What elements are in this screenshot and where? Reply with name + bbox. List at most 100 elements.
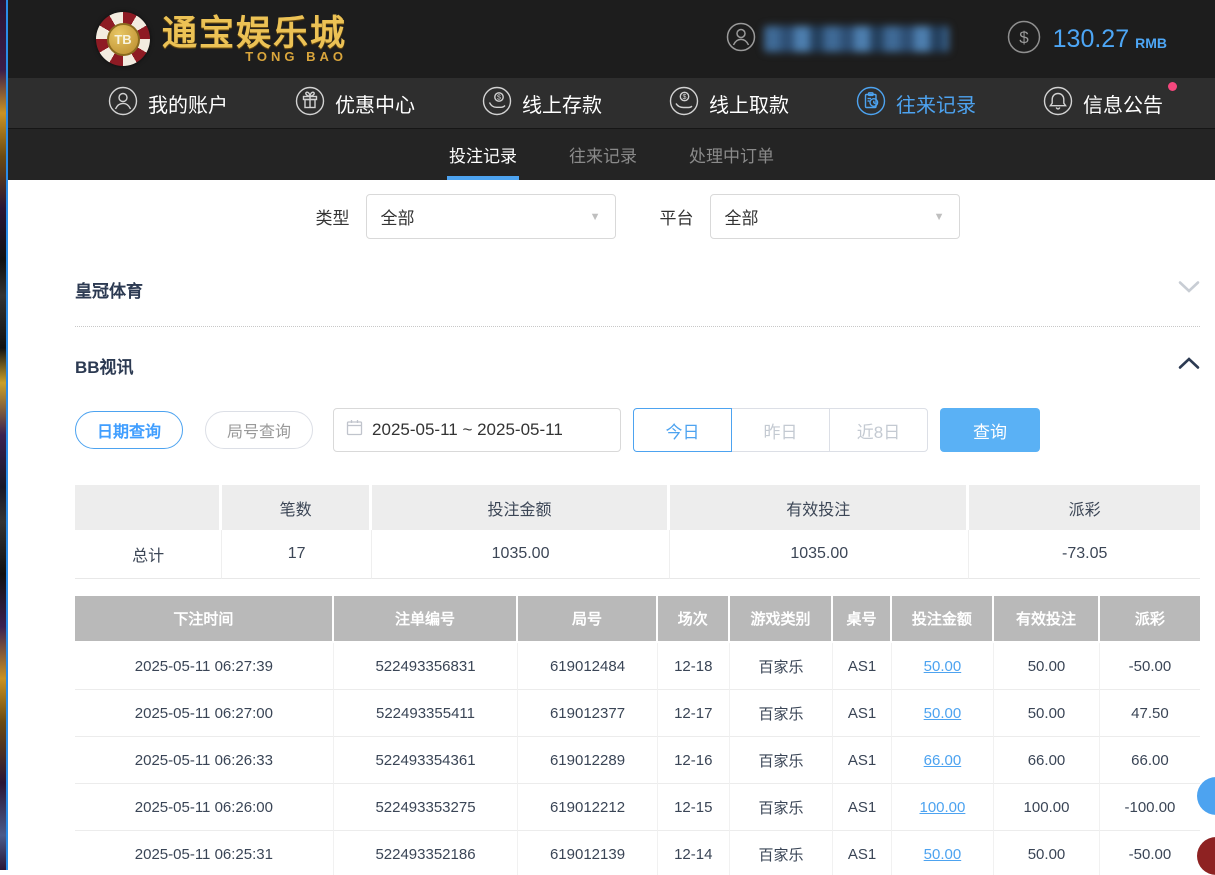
game-type: 百家乐 [730,831,834,875]
session: 12-14 [658,831,730,875]
order-number: 522493356831 [334,643,519,690]
summary-count: 17 [222,530,372,579]
summary-table: 笔数 投注金额 有效投注 派彩 总计 17 1035.00 1035.00 -7… [75,485,1200,579]
section-divider [75,326,1200,327]
deposit-hand-coin-icon: $ [482,86,512,121]
order-number: 522493352186 [334,831,519,875]
date-range-input[interactable]: 2025-05-11 ~ 2025-05-11 [333,408,621,452]
summary-header-valid: 有效投注 [670,485,969,530]
table-row: 2025-05-11 06:27:00 522493355411 6190123… [75,690,1200,737]
bet-records-table: 下注时间 注单编号 局号 场次 游戏类别 桌号 投注金额 有效投注 派彩 202… [75,596,1200,875]
quick-range-group: 今日 昨日 近8日 [633,408,928,452]
order-number: 522493355411 [334,690,519,737]
bet-time: 2025-05-11 06:27:39 [75,643,334,690]
round-number: 619012139 [518,831,658,875]
chevron-down-icon[interactable] [1178,280,1200,299]
nav-item-my-account[interactable]: 我的账户 [108,86,228,121]
round-number: 619012289 [518,737,658,784]
col-payout: 派彩 [1100,596,1200,643]
bet-time: 2025-05-11 06:26:33 [75,737,334,784]
round-number: 619012212 [518,784,658,831]
section-bb-video[interactable]: BB视讯 [75,353,1200,378]
table-number: AS1 [833,690,892,737]
summary-payout: -73.05 [969,530,1200,579]
summary-header-payout: 派彩 [969,485,1200,530]
payout: -100.00 [1100,784,1200,831]
tab-bet-records[interactable]: 投注记录 [447,129,519,180]
bell-icon [1043,86,1073,121]
bet-amount-link[interactable]: 100.00 [919,799,965,816]
bet-time: 2025-05-11 06:26:00 [75,784,334,831]
round-query-button[interactable]: 局号查询 [205,411,313,449]
summary-total-label: 总计 [75,530,222,579]
bet-time: 2025-05-11 06:25:31 [75,831,334,875]
session: 12-16 [658,737,730,784]
date-query-button[interactable]: 日期查询 [75,411,183,449]
nav-item-withdraw[interactable]: $ 线上取款 [669,86,789,121]
bet-amount-link[interactable]: 50.00 [924,658,962,675]
game-type: 百家乐 [730,690,834,737]
filter-row: 类型 全部 ▼ 平台 全部 ▼ [75,180,1200,239]
payout: 66.00 [1100,737,1200,784]
last-8-days-button[interactable]: 近8日 [829,408,928,452]
summary-total-row: 总计 17 1035.00 1035.00 -73.05 [75,530,1200,579]
table-row: 2025-05-11 06:26:33 522493354361 6190122… [75,737,1200,784]
table-number: AS1 [833,784,892,831]
tab-pending-orders[interactable]: 处理中订单 [687,129,776,180]
type-select[interactable]: 全部 ▼ [366,194,616,239]
nav-item-promotions[interactable]: 优惠中心 [295,86,415,121]
game-type: 百家乐 [730,737,834,784]
bet-amount-link[interactable]: 50.00 [924,846,962,863]
search-button[interactable]: 查询 [940,408,1040,452]
records-clipboard-clock-icon [856,86,886,121]
table-row: 2025-05-11 06:27:39 522493356831 6190124… [75,643,1200,690]
section-title: 皇冠体育 [75,277,143,302]
brand-logo[interactable]: TB 通宝娱乐城 TONG BAO [96,12,347,66]
table-number: AS1 [833,643,892,690]
nav-item-deposit[interactable]: $ 线上存款 [482,86,602,121]
col-round-number: 局号 [518,596,658,643]
payout: 47.50 [1100,690,1200,737]
dollar-coin-icon: $ [1007,20,1041,59]
session: 12-18 [658,643,730,690]
bet-amount-link[interactable]: 50.00 [924,705,962,722]
username-blurred[interactable] [764,26,949,52]
main-nav: 我的账户 优惠中心 $ 线上存款 [8,78,1215,129]
order-number: 522493353275 [334,784,519,831]
col-bet-amount: 投注金额 [892,596,994,643]
platform-select[interactable]: 全部 ▼ [710,194,960,239]
yesterday-button[interactable]: 昨日 [731,408,830,452]
col-bet-time: 下注时间 [75,596,334,643]
table-row: 2025-05-11 06:26:00 522493353275 6190122… [75,784,1200,831]
nav-item-announcements[interactable]: 信息公告 [1043,86,1163,121]
today-button[interactable]: 今日 [633,408,732,452]
withdraw-hand-coin-icon: $ [669,86,699,121]
order-number: 522493354361 [334,737,519,784]
col-order-number: 注单编号 [334,596,519,643]
chevron-up-icon[interactable] [1178,356,1200,375]
col-session: 场次 [658,596,730,643]
payout: -50.00 [1100,831,1200,875]
section-crown-sports[interactable]: 皇冠体育 [75,277,1200,302]
background-page-strip [0,0,8,870]
balance-amount: 130.27 [1053,25,1129,54]
chevron-down-icon: ▼ [934,211,945,223]
bet-amount-link[interactable]: 66.00 [924,752,962,769]
payout: -50.00 [1100,643,1200,690]
round-number: 619012377 [518,690,658,737]
col-valid-bet: 有效投注 [994,596,1100,643]
col-table-number: 桌号 [833,596,892,643]
svg-text:$: $ [497,94,501,101]
platform-filter-label: 平台 [660,204,694,229]
summary-header-count: 笔数 [222,485,372,530]
calendar-icon [346,419,363,441]
svg-text:$: $ [1019,28,1029,47]
user-icon [726,22,756,57]
session: 12-15 [658,784,730,831]
nav-item-transaction-records[interactable]: 往来记录 [856,86,976,121]
game-type: 百家乐 [730,643,834,690]
tab-transaction-records[interactable]: 往来记录 [567,129,639,180]
valid-bet: 50.00 [994,831,1100,875]
balance-currency: RMB [1135,35,1167,51]
session: 12-17 [658,690,730,737]
